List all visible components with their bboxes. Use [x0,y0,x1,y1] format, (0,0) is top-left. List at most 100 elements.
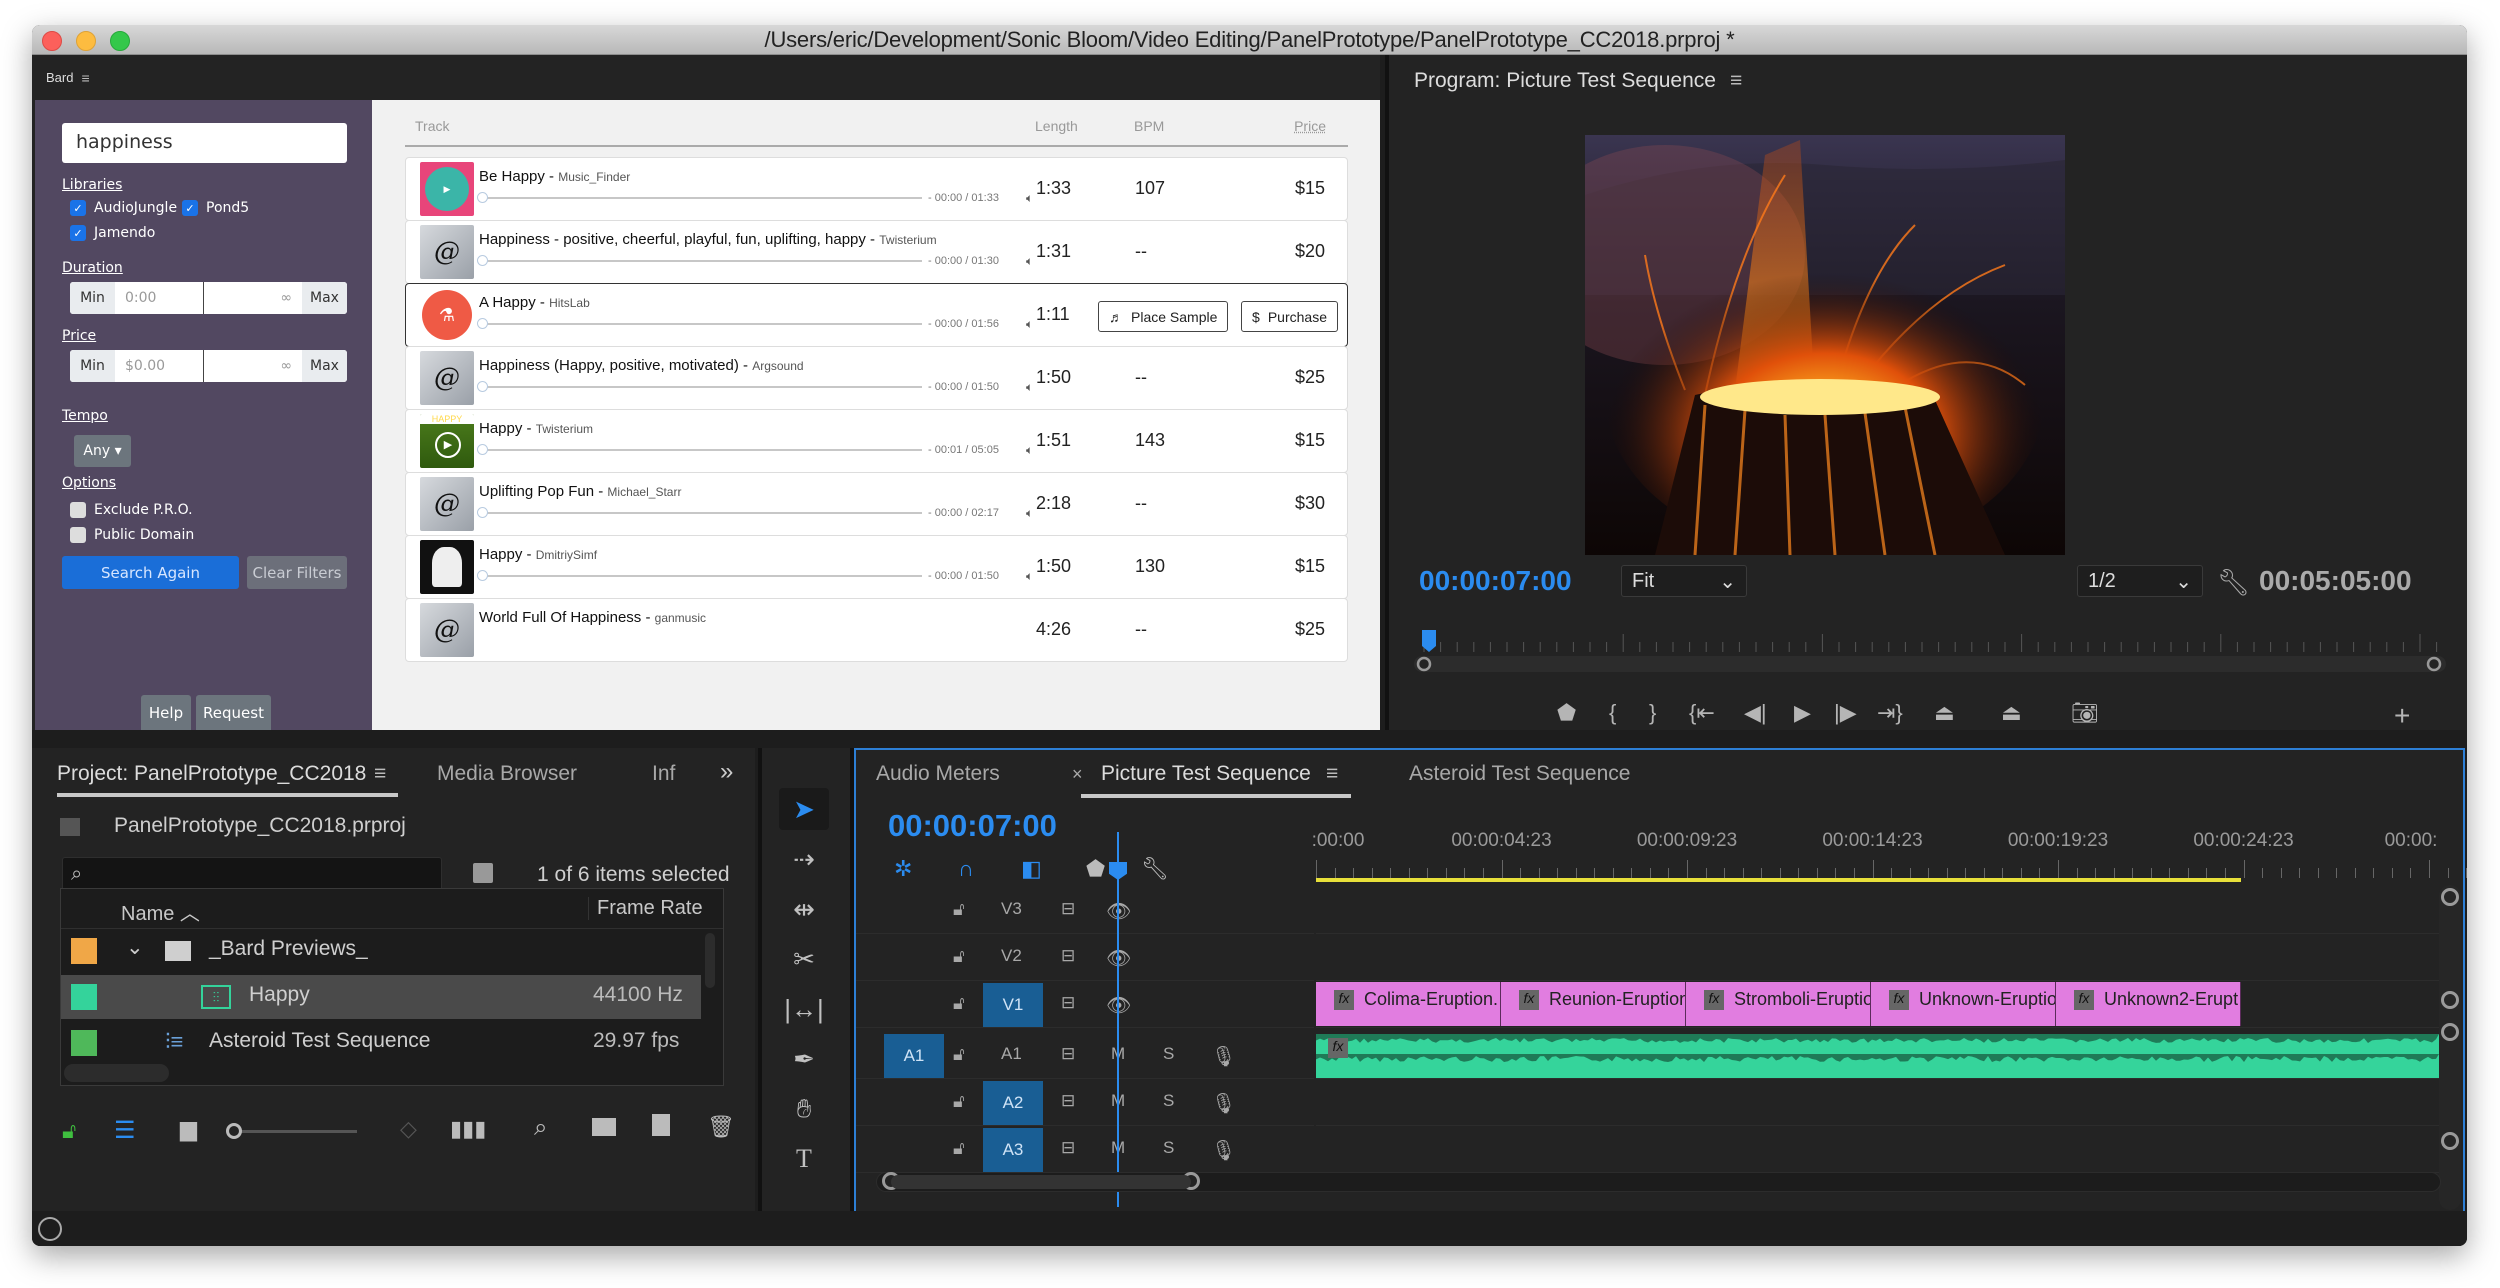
minimize-window-button[interactable] [76,31,96,51]
volume-speaker-icon[interactable]: 🔈︎ [1026,191,1033,206]
sort-icons-icon[interactable]: ◇ [400,1116,417,1142]
video-clip[interactable]: fx Reunion-Eruption [1501,982,1686,1026]
solo-button[interactable]: S [1163,1091,1174,1111]
audio-clip-happy[interactable]: fx [1316,1034,2439,1078]
video-frame[interactable] [1585,135,2065,555]
column-name[interactable]: Name ︿ [121,897,200,926]
panel-menu-icon[interactable]: ≡ [1326,762,1338,786]
library-checkbox-jamendo[interactable]: ✓ Jamendo [70,225,155,241]
in-out-handle[interactable] [1416,656,1432,672]
track-lock-icon[interactable]: 🔓︎ [953,1091,965,1112]
track-thumbnail[interactable] [420,540,474,594]
tab-asteroid-test-sequence[interactable]: Asteroid Test Sequence [1409,762,1630,786]
playback-resolution-dropdown[interactable]: 1/2 ⌄ [2077,565,2203,597]
export-frame-camera-icon[interactable]: 📷︎ [2071,700,2099,726]
zoom-level-dropdown[interactable]: Fit ⌄ [1621,565,1747,597]
library-checkbox-audiojungle[interactable]: ✓ AudioJungle [70,200,177,216]
track-thumbnail[interactable]: @ [420,477,474,531]
program-time-ruler[interactable] [1414,630,2446,675]
track-row[interactable]: @ Uplifting Pop Fun - Michael_Starr - 00:0… [405,472,1348,536]
track-progress-slider[interactable] [477,318,922,329]
list-view-icon[interactable]: ☰ [114,1116,136,1145]
step-back-button[interactable]: ◀| [1744,700,1767,726]
project-item-row[interactable]: ⌄ _Bard Previews_ [61,929,701,973]
track-progress-slider[interactable] [477,444,922,455]
track-thumbnail[interactable]: ▶ [420,162,474,216]
step-forward-button[interactable]: |▶ [1834,700,1857,726]
track-lock-icon[interactable]: 🔓︎ [953,1138,965,1159]
wrench-settings-icon[interactable]: 🔧︎ [2217,567,2250,598]
ripple-edit-tool[interactable]: ⇹ [779,888,829,930]
creative-cloud-icon[interactable] [38,1217,62,1241]
volume-speaker-icon[interactable]: 🔈︎ [1026,569,1033,584]
timeline-current-timecode[interactable]: 00:00:07:00 [888,808,1057,844]
voiceover-mic-icon[interactable]: 🎙︎ [1211,1044,1236,1069]
scroll-thumb[interactable] [891,1175,1191,1189]
track-lock-icon[interactable]: 🔓︎ [953,899,965,920]
tab-media-browser[interactable]: Media Browser [437,762,577,786]
go-to-out-button[interactable]: ⇥} [1877,700,1903,726]
tab-project[interactable]: Project: PanelPrototype_CC2018 [57,762,366,786]
project-item-row[interactable]: ⫶≡ Asteroid Test Sequence 29.97 fps [61,1021,701,1065]
play-button[interactable]: ▶ [1794,700,1811,726]
program-scrollbar-track[interactable] [1414,656,2446,672]
track-lane-a3[interactable] [1316,1126,2439,1173]
track-row[interactable]: @ Happiness (Happy, positive, motivated) … [405,346,1348,410]
duration-max-input[interactable]: ∞ [204,282,302,314]
label-color-swatch[interactable] [71,938,97,964]
video-clip[interactable]: fx Colima-Eruption. [1316,982,1501,1026]
panel-menu-icon[interactable]: ≡ [81,70,89,86]
track-thumbnail[interactable]: @ [420,603,474,657]
nest-toggle-icon[interactable]: ✲ [894,856,912,882]
zoom-slider[interactable] [226,1123,357,1139]
volume-speaker-icon[interactable]: 🔈︎ [1026,443,1033,458]
label-color-swatch[interactable] [71,1030,97,1056]
slider-handle[interactable] [226,1123,242,1139]
tab-info[interactable]: Inf [652,762,675,786]
purchase-button[interactable]: $ Purchase [1241,301,1338,332]
playhead-handle[interactable] [1109,862,1127,880]
program-current-timecode[interactable]: 00:00:07:00 [1419,565,1572,597]
voiceover-mic-icon[interactable]: 🎙︎ [1211,1091,1236,1116]
solo-button[interactable]: S [1163,1044,1174,1064]
linked-selection-icon[interactable]: ◧ [1021,856,1042,882]
track-lane-v3[interactable] [1316,887,2439,934]
volume-speaker-icon[interactable]: 🔈︎ [1026,506,1033,521]
panel-menu-icon[interactable]: ≡ [1730,69,1742,92]
solo-button[interactable]: S [1163,1138,1174,1158]
track-lock-icon[interactable]: 🔓︎ [953,1044,965,1065]
track-target[interactable]: V1 [983,983,1043,1027]
track-thumbnail[interactable]: @ [420,225,474,279]
track-row[interactable]: Happy - DmitriySimf - 00:00 / 01:50 🔈︎ 1:50… [405,535,1348,599]
work-area-bar[interactable] [1316,878,2241,882]
scroll-handle[interactable] [2441,1132,2459,1150]
volume-speaker-icon[interactable]: 🔈︎ [1026,317,1033,332]
pen-tool[interactable]: ✒ [779,1038,829,1080]
type-tool[interactable]: T [779,1138,829,1180]
slider-handle[interactable] [477,570,488,581]
track-lane-a2[interactable] [1316,1079,2439,1126]
overflow-chevrons-icon[interactable]: » [720,758,733,786]
trash-icon[interactable]: 🗑︎ [707,1114,735,1140]
search-again-button[interactable]: Search Again [62,556,239,589]
slider-handle[interactable] [477,507,488,518]
track-lock-icon[interactable]: 🔓︎ [953,993,965,1014]
track-row[interactable]: ▶ Be Happy - Music_Finder - 00:00 / 01:33 🔈… [405,157,1348,221]
source-patch-a1[interactable]: A1 [884,1034,944,1078]
place-sample-button[interactable]: ♬ Place Sample [1098,301,1229,332]
sync-lock-icon[interactable]: ⊟ [1061,946,1075,966]
column-frame-rate[interactable]: Frame Rate [588,897,703,920]
duration-min-input[interactable]: 0:00 [115,282,204,314]
tempo-dropdown[interactable]: Any ▾ [74,435,131,467]
lift-button[interactable]: ⏏ [1934,700,1955,726]
slider-handle[interactable] [477,192,488,203]
track-lock-icon[interactable]: 🔓︎ [953,946,965,967]
hand-tool[interactable]: ✋︎ [779,1088,829,1130]
zoom-window-button[interactable] [110,31,130,51]
track-row[interactable]: @ Happiness - positive, cheerful, playful… [405,220,1348,284]
selection-tool[interactable]: ➤ [779,788,829,830]
track-row[interactable]: @ World Full Of Happiness - ganmusic 4:26 -… [405,598,1348,662]
unlock-icon[interactable]: 🔓︎ [62,1118,76,1144]
track-progress-slider[interactable] [477,255,922,266]
track-name[interactable]: V2 [1001,946,1022,966]
